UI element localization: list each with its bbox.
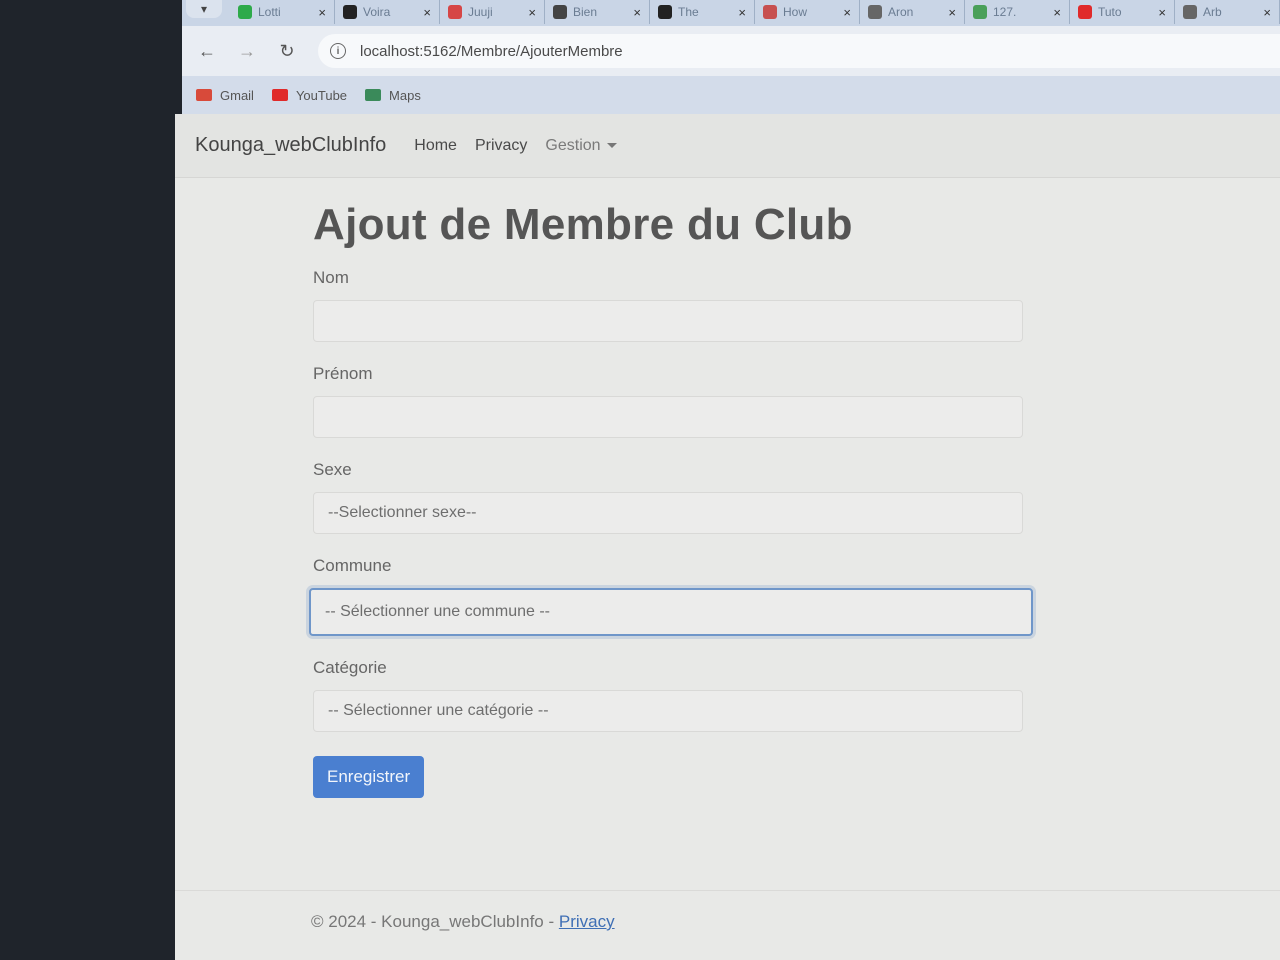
footer-privacy-link[interactable]: Privacy xyxy=(559,912,615,931)
maps-pin-icon xyxy=(365,89,382,101)
bookmark-label: Gmail xyxy=(220,87,254,103)
forward-button[interactable]: → xyxy=(234,38,260,64)
commune-label: Commune xyxy=(313,556,392,575)
bookmark-gmail[interactable]: Gmail xyxy=(196,88,254,103)
browser-toolbar: ← → ↻ i localhost:5162/Membre/AjouterMem… xyxy=(182,26,1280,76)
close-icon[interactable]: × xyxy=(948,5,956,20)
close-icon[interactable]: × xyxy=(633,5,641,20)
dj-icon xyxy=(658,5,672,19)
footer-divider xyxy=(175,890,1280,891)
close-icon[interactable]: × xyxy=(528,5,536,20)
prenom-input[interactable] xyxy=(313,396,1023,438)
close-icon[interactable]: × xyxy=(843,5,851,20)
bookmark-maps[interactable]: Maps xyxy=(365,88,421,103)
doc-icon xyxy=(868,5,882,19)
globe-icon xyxy=(973,5,987,19)
close-icon[interactable]: × xyxy=(318,5,326,20)
address-bar[interactable]: i localhost:5162/Membre/AjouterMembre xyxy=(318,34,1280,68)
tabs: Lotti × Voira × Juuji × Bien × The × How × Aron × 127.… xyxy=(230,0,1280,24)
web-page: Kounga_webClubInfo Home Privacy Gestion … xyxy=(175,114,1280,960)
commune-select[interactable]: -- Sélectionner une commune -- xyxy=(309,588,1033,636)
browser-tab[interactable]: Lotti × xyxy=(230,0,335,24)
a-icon xyxy=(343,5,357,19)
nom-input[interactable] xyxy=(313,300,1023,342)
enregistrer-button[interactable]: Enregistrer xyxy=(313,756,425,798)
site-brand[interactable]: Kounga_webClubInfo xyxy=(195,134,386,157)
browser-tab[interactable]: Aron × xyxy=(860,0,965,24)
tab-label: The xyxy=(678,5,699,19)
footer-text: © 2024 - Kounga_webClubInfo - xyxy=(311,912,559,931)
chevron-down-icon: ▾ xyxy=(200,2,208,16)
browser-tab[interactable]: Tuto × xyxy=(1070,0,1175,24)
browser-tab[interactable]: How × xyxy=(755,0,860,24)
close-icon[interactable]: × xyxy=(1158,5,1166,20)
url-text[interactable]: localhost:5162/Membre/AjouterMembre xyxy=(360,43,623,60)
tab-label: Voira xyxy=(363,5,391,19)
browser-tab[interactable]: Bien × xyxy=(545,0,650,24)
prenom-label: Prénom xyxy=(313,364,373,383)
arrow-left-icon: ← xyxy=(198,40,216,61)
browser-tab[interactable]: Arb × xyxy=(1175,0,1280,24)
sexe-label: Sexe xyxy=(313,460,352,479)
check-icon xyxy=(238,5,252,19)
bookmark-label: Maps xyxy=(389,87,421,103)
gmail-icon xyxy=(196,89,212,101)
nav-gestion-label: Gestion xyxy=(545,136,601,154)
tab-label: Tuto xyxy=(1098,5,1122,19)
info-icon[interactable]: i xyxy=(330,43,346,59)
nav-privacy[interactable]: Privacy xyxy=(475,137,527,155)
tab-label: How xyxy=(783,5,808,19)
reload-icon: ↻ xyxy=(279,40,295,61)
categorie-label: Catégorie xyxy=(313,658,387,677)
tab-label: 127. xyxy=(993,5,1017,19)
arrow-right-icon: → xyxy=(238,40,256,61)
bookmarks-bar: Gmail YouTube Maps xyxy=(182,76,1280,114)
browser-tab[interactable]: The × xyxy=(650,0,755,24)
site-navbar: Kounga_webClubInfo Home Privacy Gestion xyxy=(175,114,1280,178)
close-icon[interactable]: × xyxy=(1053,5,1061,20)
browser-tab[interactable]: Voira × xyxy=(335,0,440,24)
nav-home[interactable]: Home xyxy=(414,137,457,155)
tab-label: Juuji xyxy=(468,5,493,19)
tab-label: Aron xyxy=(888,5,914,19)
categorie-select[interactable]: -- Sélectionner une catégorie -- xyxy=(313,690,1023,732)
form-container: Ajout de Membre du Club Nom Prénom Sexe … xyxy=(309,200,1033,798)
page-icon xyxy=(763,5,777,19)
bookmark-youtube[interactable]: YouTube xyxy=(271,87,348,103)
browser-tab[interactable]: 127. × xyxy=(965,0,1070,24)
nav-gestion-dropdown[interactable]: Gestion xyxy=(545,136,617,155)
youtube-icon xyxy=(1078,5,1092,19)
tab-label: Arb xyxy=(1203,5,1222,19)
page-title: Ajout de Membre du Club xyxy=(313,200,853,249)
close-icon[interactable]: × xyxy=(1263,5,1271,20)
sexe-select[interactable]: --Selectionner sexe-- xyxy=(313,492,1023,534)
footer: © 2024 - Kounga_webClubInfo - Privacy xyxy=(311,912,615,932)
react-icon xyxy=(553,5,567,19)
tab-label: Bien xyxy=(573,5,598,19)
tab-search-button[interactable]: ▾ xyxy=(186,0,222,18)
caret-down-icon xyxy=(606,142,617,148)
js-icon xyxy=(448,5,462,19)
close-icon[interactable]: × xyxy=(423,5,431,20)
bookmark-label: YouTube xyxy=(295,87,348,103)
youtube-icon xyxy=(271,89,288,101)
tab-label: Lotti xyxy=(258,5,281,19)
nom-label: Nom xyxy=(313,268,349,287)
close-icon[interactable]: × xyxy=(738,5,746,20)
back-button[interactable]: ← xyxy=(194,38,220,64)
doc-icon xyxy=(1183,5,1197,19)
reload-button[interactable]: ↻ xyxy=(274,38,300,64)
browser-tab[interactable]: Juuji × xyxy=(440,0,545,24)
